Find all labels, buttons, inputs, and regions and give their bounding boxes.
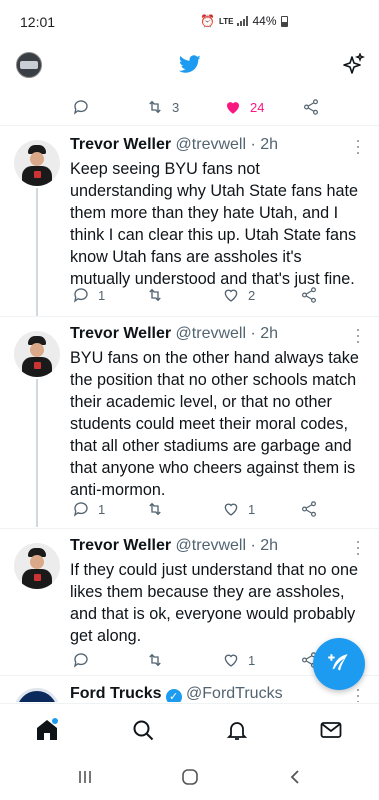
top-app-bar [0, 40, 379, 92]
tweet-time: · 2h [250, 136, 279, 153]
share-icon [302, 501, 316, 517]
tweet-actions: 1 [70, 651, 340, 673]
tweet-actions: 1 1 [70, 500, 340, 522]
notifications-icon[interactable] [225, 718, 249, 742]
liked-heart-icon[interactable] [224, 98, 242, 116]
avatar[interactable] [14, 331, 60, 377]
status-time: 12:01 [20, 14, 56, 30]
reply-icon [73, 653, 88, 668]
share-icon [302, 287, 316, 303]
like-button[interactable]: 1 [222, 651, 255, 669]
like-count: 24 [250, 99, 265, 115]
thread-line [36, 188, 38, 316]
retweet-icon [149, 653, 161, 667]
status-indicators: ⏰ LTE 44% [200, 14, 288, 28]
reply-icon[interactable] [72, 98, 90, 116]
heart-icon [224, 654, 238, 667]
tweet-header: Trevor Weller @trevwell · 2h [70, 325, 278, 343]
compose-icon [328, 654, 348, 671]
more-options-icon[interactable] [357, 329, 361, 343]
reply-button[interactable]: 1 [72, 286, 105, 304]
notification-dot [52, 718, 58, 724]
author-name[interactable]: Trevor Weller [70, 325, 171, 342]
reply-icon [73, 288, 88, 303]
tweet-header: Trevor Weller @trevwell · 2h [70, 136, 278, 154]
author-handle[interactable]: @trevwell [176, 325, 246, 342]
author-handle[interactable]: @FordTrucks [186, 685, 283, 702]
like-count: 1 [248, 652, 256, 668]
signal-icon [237, 16, 249, 26]
author-name[interactable]: Trevor Weller [70, 537, 171, 554]
alarm-icon: ⏰ [200, 14, 215, 28]
tweet-time: · 2h [250, 537, 279, 554]
search-icon[interactable] [131, 718, 155, 742]
retweet-icon [149, 502, 161, 516]
avatar[interactable] [14, 688, 60, 702]
retweet-button[interactable] [146, 286, 172, 304]
retweet-icon[interactable] [146, 98, 164, 116]
share-button[interactable] [300, 286, 318, 304]
system-navigation-bar [0, 755, 379, 800]
verified-badge-icon: ✓ [165, 689, 182, 702]
tweet-text: BYU fans on the other hand always take t… [70, 349, 359, 499]
like-count: 2 [248, 287, 256, 303]
like-count: 1 [248, 501, 256, 517]
previous-tweet-actions: 3 24 [72, 96, 332, 118]
reply-button[interactable] [72, 651, 98, 669]
battery-icon [280, 15, 288, 27]
status-bar: 12:01 ⏰ LTE 44% [0, 0, 379, 44]
sparkle-icon[interactable] [341, 53, 365, 77]
messages-icon[interactable] [319, 718, 343, 742]
author-name[interactable]: Ford Trucks [70, 685, 162, 702]
author-name[interactable]: Trevor Weller [70, 136, 171, 153]
avatar[interactable] [14, 140, 60, 186]
timeline-feed[interactable]: 3 24 Trevor Weller @trevwell · 2h Keep s… [0, 88, 379, 702]
retweet-button[interactable] [146, 500, 172, 518]
compose-tweet-button[interactable] [313, 638, 365, 690]
like-button[interactable]: 2 [222, 286, 255, 304]
share-button[interactable] [300, 500, 318, 518]
like-button[interactable]: 1 [222, 500, 255, 518]
network-label: LTE [218, 16, 234, 26]
thread-line [36, 379, 38, 527]
tweet[interactable]: Trevor Weller @trevwell · 2h Keep seeing… [0, 126, 379, 316]
tweet[interactable]: Trevor Weller @trevwell · 2h BYU fans on… [0, 317, 379, 527]
tweet-text: Keep seeing BYU fans not understanding w… [70, 160, 358, 288]
reply-icon [73, 502, 88, 517]
more-options-icon[interactable] [357, 689, 361, 702]
more-options-icon[interactable] [357, 140, 361, 154]
heart-icon [224, 503, 238, 516]
twitter-bird-icon[interactable] [178, 53, 202, 75]
avatar[interactable] [14, 543, 60, 589]
tweet-time: · 2h [250, 325, 279, 342]
tweet-header: Ford Trucks ✓ @FordTrucks [70, 685, 283, 702]
reply-count: 1 [98, 287, 106, 303]
retweet-button[interactable] [146, 651, 172, 669]
bottom-navigation [0, 703, 379, 755]
tweet-actions: 1 2 [70, 286, 340, 308]
recent-apps-icon[interactable] [75, 768, 95, 786]
back-icon[interactable] [286, 768, 306, 786]
tweet-text: If they could just understand that no on… [70, 561, 358, 645]
share-icon[interactable] [302, 98, 320, 116]
author-handle[interactable]: @trevwell [176, 537, 246, 554]
more-options-icon[interactable] [357, 541, 361, 555]
author-handle[interactable]: @trevwell [176, 136, 246, 153]
heart-icon [224, 289, 238, 302]
battery-percent: 44% [252, 14, 277, 28]
retweet-icon [149, 288, 161, 302]
reply-button[interactable]: 1 [72, 500, 105, 518]
profile-avatar[interactable] [16, 52, 42, 78]
retweet-count: 3 [172, 99, 180, 115]
tweet-header: Trevor Weller @trevwell · 2h [70, 537, 278, 555]
home-button-icon[interactable] [180, 768, 200, 786]
reply-count: 1 [98, 501, 106, 517]
